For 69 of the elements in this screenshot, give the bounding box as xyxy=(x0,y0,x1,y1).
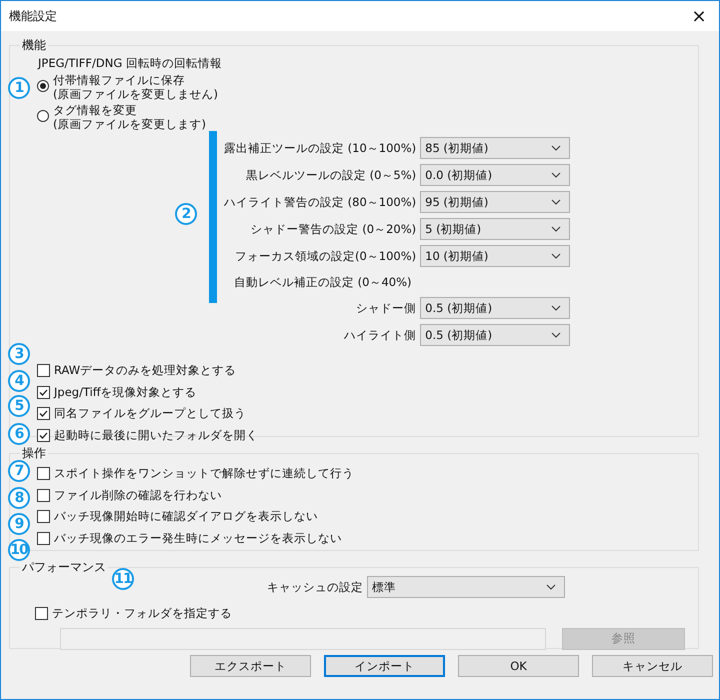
checkbox[interactable] xyxy=(37,510,50,524)
checkbox-label: バッチ現像のエラー発生時にメッセージを表示しない xyxy=(54,530,342,546)
dropdown[interactable]: 85 (初期値) xyxy=(420,137,570,159)
dialog-button[interactable]: インポート xyxy=(324,655,445,677)
dropdown[interactable]: 標準 xyxy=(367,576,565,598)
folder-path-field[interactable] xyxy=(60,628,546,650)
checkbox[interactable] xyxy=(37,386,50,399)
callout-number: 1 xyxy=(8,77,30,99)
checkbox[interactable] xyxy=(37,428,50,442)
callout-number: 2 xyxy=(175,203,197,225)
dropdown[interactable]: 0.5 (初期値) xyxy=(420,324,570,346)
chevron-down-icon xyxy=(546,584,556,590)
callout-number: 5 xyxy=(8,395,30,417)
checkbox[interactable] xyxy=(35,607,48,620)
dropdown[interactable]: 0.0 (初期値) xyxy=(420,164,570,186)
radio-label: タグ情報を変更 (原画ファイルを変更します) xyxy=(53,103,206,131)
callout-number: 3 xyxy=(8,343,30,365)
radio-button[interactable] xyxy=(37,80,49,92)
setting-label: 黒レベルツールの設定 (0～5%) xyxy=(244,168,416,182)
group-title: 操作 xyxy=(21,445,47,462)
radio-label: 付帯情報ファイルに保存 (原画ファイルを変更しません) xyxy=(53,73,218,101)
group-title: 機能 xyxy=(21,37,47,54)
checkbox[interactable] xyxy=(37,532,50,545)
setting-label: シャドー警告の設定 (0～20%) xyxy=(250,222,416,236)
radio-button[interactable] xyxy=(37,110,49,122)
window-title: 機能設定 xyxy=(9,8,57,24)
checkbox-label: 同名ファイルをグループとして扱う xyxy=(54,406,246,422)
group-title: パフォーマンス xyxy=(21,559,107,576)
callout-number: 11 xyxy=(112,568,134,590)
setting-label: ハイライト側 xyxy=(343,328,416,342)
checkbox-label: ファイル削除の確認を行わない xyxy=(54,488,222,503)
setting-label: フォーカス領域の設定(0～100%) xyxy=(234,248,416,264)
checkbox-label: 起動時に最後に開いたフォルダを開く xyxy=(54,428,258,443)
chevron-down-icon xyxy=(551,305,562,311)
checkbox-label: RAWデータのみを処理対象とする xyxy=(54,363,236,378)
chevron-down-icon xyxy=(551,199,562,205)
setting-label: キャッシュの設定 xyxy=(267,580,363,594)
callout-number: 10 xyxy=(8,539,30,561)
dialog-button[interactable]: OK xyxy=(458,655,579,677)
rotation-label: JPEG/TIFF/DNG 回転時の回転情報 xyxy=(38,56,223,71)
checkbox-label: テンポラリ・フォルダを指定する xyxy=(52,606,232,622)
chevron-down-icon xyxy=(551,332,562,338)
checkbox-label: スポイト操作をワンショットで解除せずに連続して行う xyxy=(54,466,354,482)
dropdown[interactable]: 95 (初期値) xyxy=(420,191,570,213)
dropdown[interactable]: 10 (初期値) xyxy=(420,245,570,267)
checkbox-label: バッチ現像開始時に確認ダイアログを表示しない xyxy=(54,509,318,524)
setting-label: 自動レベル補正の設定 (0～40%) xyxy=(234,275,413,290)
callout-number: 7 xyxy=(8,460,30,482)
checkbox[interactable] xyxy=(37,467,50,480)
setting-label: 露出補正ツールの設定 (10～100%) xyxy=(224,140,416,156)
callout-number: 9 xyxy=(8,513,30,535)
dialog-button[interactable]: キャンセル xyxy=(592,655,713,677)
chevron-down-icon xyxy=(551,253,562,259)
checkbox[interactable] xyxy=(37,488,50,502)
callout-number: 4 xyxy=(8,370,30,392)
dialog-button[interactable]: エクスポート xyxy=(190,655,311,677)
callout-number: 8 xyxy=(8,487,30,509)
chevron-down-icon xyxy=(551,226,562,232)
callout-number: 6 xyxy=(8,423,30,445)
chevron-down-icon xyxy=(551,145,562,151)
checkbox-label: Jpeg/Tiffを現像対象とする xyxy=(54,384,197,400)
setting-label: シャドー側 xyxy=(355,300,416,316)
setting-label: ハイライト警告の設定 (80～100%) xyxy=(224,194,416,210)
close-button[interactable]: × xyxy=(679,1,719,31)
checkbox[interactable] xyxy=(37,407,50,420)
checkbox[interactable] xyxy=(37,364,50,378)
chevron-down-icon xyxy=(551,172,562,178)
dropdown[interactable]: 0.5 (初期値) xyxy=(420,297,570,319)
dropdown[interactable]: 5 (初期値) xyxy=(420,218,570,240)
